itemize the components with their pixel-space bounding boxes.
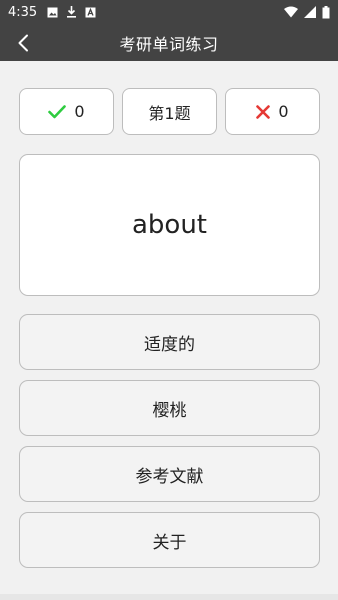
answer-option-label: 适度的 — [144, 334, 195, 355]
page-title: 考研单词练习 — [119, 34, 219, 54]
question-number: 第1题 — [148, 103, 191, 123]
download-icon — [67, 6, 77, 18]
score-row: 0 第1题 0 — [19, 88, 320, 136]
answer-option-label: 关于 — [152, 532, 187, 553]
wrong-count: 0 — [278, 102, 289, 121]
back-button[interactable] — [10, 30, 36, 56]
answer-option-1[interactable]: 适度的 — [19, 314, 320, 370]
app-a-icon — [85, 7, 96, 17]
word-card: about — [19, 154, 320, 296]
chevron-left-icon — [18, 34, 28, 52]
status-bar: 4:35 — [0, 0, 338, 24]
cross-icon — [256, 104, 271, 119]
correct-count-box: 0 — [19, 88, 114, 135]
question-word: about — [131, 210, 208, 240]
signal-icon — [304, 6, 316, 18]
check-icon — [48, 104, 67, 118]
navigation-bar — [0, 594, 338, 600]
answer-option-label: 樱桃 — [152, 400, 187, 421]
answer-option-label: 参考文献 — [135, 466, 204, 487]
answer-option-3[interactable]: 参考文献 — [19, 446, 320, 502]
battery-icon — [322, 5, 330, 18]
answer-option-2[interactable]: 樱桃 — [19, 380, 320, 436]
status-icons-left — [47, 6, 96, 18]
correct-count: 0 — [74, 102, 85, 121]
app-bar: 考研单词练习 — [0, 24, 338, 61]
wrong-count-box: 0 — [225, 88, 320, 135]
wifi-icon — [284, 6, 298, 18]
status-time: 4:35 — [8, 4, 38, 20]
status-icons-right — [284, 5, 330, 19]
answer-option-4[interactable]: 关于 — [19, 512, 320, 568]
image-icon — [47, 7, 58, 17]
question-number-box: 第1题 — [122, 88, 217, 135]
